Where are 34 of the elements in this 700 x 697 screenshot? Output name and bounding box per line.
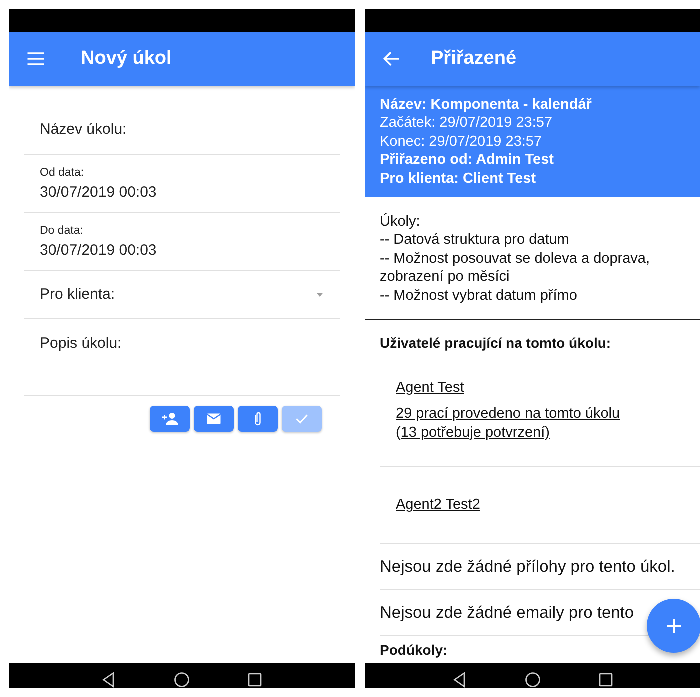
home-circle-icon[interactable] bbox=[524, 671, 542, 688]
task-detail: Začátek: 29/07/2019 23:57 bbox=[380, 114, 553, 133]
client-dropdown[interactable]: Pro klienta: bbox=[40, 286, 340, 303]
dropdown-caret-icon bbox=[314, 290, 326, 298]
home-circle-icon[interactable] bbox=[173, 671, 191, 688]
description-line: -- Datová struktura pro datum bbox=[380, 231, 570, 250]
description-field[interactable]: Popis úkolu: bbox=[40, 335, 340, 352]
add-fab-button[interactable] bbox=[647, 599, 700, 653]
work-count-link[interactable]: 29 prací provedeno na tomto úkolu (13 potřebuje potvrzení) bbox=[396, 405, 626, 442]
recents-square-icon[interactable] bbox=[596, 671, 614, 688]
description-line: -- Možnost vybrat datum přímo bbox=[380, 286, 578, 306]
description-line: -- Možnost posouvat se doleva a doprava, zobrazení po měsíci bbox=[380, 250, 652, 287]
section-heading: Podúkoly: bbox=[379, 640, 449, 658]
recents-square-icon[interactable] bbox=[246, 671, 264, 688]
user-link[interactable]: Agent Test bbox=[396, 379, 464, 398]
screen-title: Nový úkol bbox=[81, 48, 172, 70]
empty-message: Nejsou zde žádné přílohy pro tento úkol. bbox=[380, 544, 700, 590]
add-person-icon bbox=[161, 410, 179, 428]
task-detail: Název: Komponenta - kalendář bbox=[380, 96, 592, 114]
task-detail: Přiřazeno od: Admin Test bbox=[380, 151, 554, 170]
user-link[interactable]: Agent2 Test2 bbox=[396, 496, 480, 515]
date-field[interactable]: 30/07/2019 00:03 bbox=[40, 184, 157, 200]
paperclip-button[interactable] bbox=[238, 406, 278, 432]
add-person-button[interactable] bbox=[150, 406, 190, 432]
section-heading: Uživatelé pracující na tomto úkolu: bbox=[379, 334, 612, 352]
field-label: Od data: bbox=[40, 166, 86, 178]
date-field[interactable]: 30/07/2019 00:03 bbox=[40, 242, 157, 258]
field-label: Do data: bbox=[40, 224, 84, 236]
screen-title: Přiřazené bbox=[431, 48, 517, 70]
envelope-button[interactable] bbox=[194, 406, 234, 432]
task-detail: Konec: 29/07/2019 23:57 bbox=[380, 132, 542, 152]
task-detail: Pro klienta: Client Test bbox=[380, 170, 536, 188]
name-field[interactable]: Název úkolu: bbox=[40, 120, 340, 138]
description-line: Úkoly: bbox=[380, 213, 422, 232]
